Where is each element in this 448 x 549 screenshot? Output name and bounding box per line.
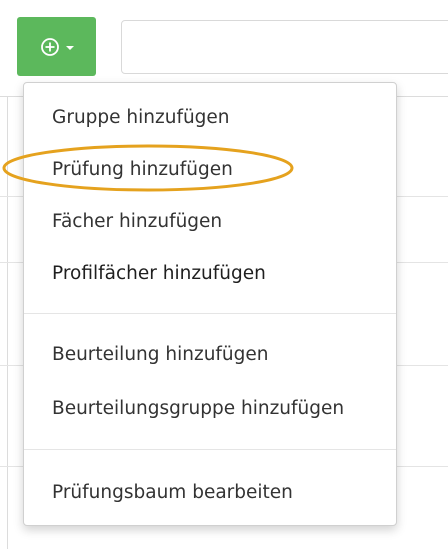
menu-item-edit-exam-tree[interactable]: Prüfungsbaum bearbeiten [52, 481, 293, 505]
menu-divider [24, 449, 396, 450]
menu-item-add-subjects[interactable]: Fächer hinzufügen [52, 210, 222, 234]
menu-item-add-profile-subjects[interactable]: Profilfächer hinzufügen [52, 262, 266, 286]
menu-divider [24, 313, 396, 314]
menu-item-add-group[interactable]: Gruppe hinzufügen [52, 106, 230, 130]
add-dropdown-button[interactable] [17, 17, 96, 76]
caret-down-icon [65, 45, 74, 50]
menu-item-add-assessment-group[interactable]: Beurteilungsgruppe hinzufügen [52, 397, 344, 421]
search-input[interactable] [121, 20, 448, 74]
plus-circle-icon [40, 37, 60, 57]
add-menu-dropdown: Gruppe hinzufügen Prüfung hinzufügen Fäc… [23, 82, 397, 526]
menu-item-add-exam[interactable]: Prüfung hinzufügen [52, 158, 233, 182]
content-left-border [7, 96, 8, 549]
menu-item-add-assessment[interactable]: Beurteilung hinzufügen [52, 343, 269, 367]
